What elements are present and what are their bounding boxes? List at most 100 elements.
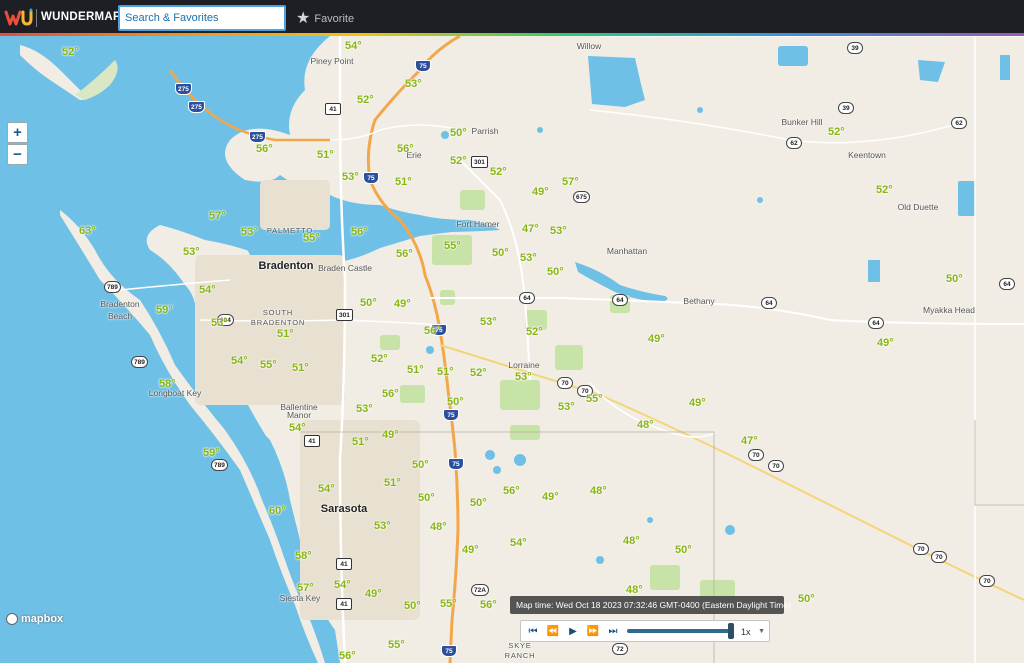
temperature-marker[interactable]: 49°: [542, 491, 559, 503]
temperature-marker[interactable]: 55°: [444, 240, 461, 252]
temperature-marker[interactable]: 56°: [351, 226, 368, 238]
temperature-marker[interactable]: 49°: [877, 337, 894, 349]
temperature-marker[interactable]: 50°: [798, 593, 815, 605]
temperature-marker[interactable]: 55°: [586, 393, 603, 405]
temperature-marker[interactable]: 52°: [62, 46, 79, 58]
temperature-marker[interactable]: 59°: [203, 447, 220, 459]
temperature-marker[interactable]: 52°: [470, 367, 487, 379]
temperature-marker[interactable]: 53°: [480, 316, 497, 328]
mapbox-attribution[interactable]: mapbox: [6, 613, 63, 625]
temperature-marker[interactable]: 53°: [183, 246, 200, 258]
temperature-marker[interactable]: 49°: [394, 298, 411, 310]
temperature-marker[interactable]: 57°: [562, 176, 579, 188]
step-back-button[interactable]: ⏪: [544, 623, 562, 640]
temperature-marker[interactable]: 56°: [480, 599, 497, 611]
temperature-marker[interactable]: 54°: [199, 284, 216, 296]
temperature-marker[interactable]: 50°: [675, 544, 692, 556]
temperature-marker[interactable]: 53°: [550, 225, 567, 237]
temperature-marker[interactable]: 52°: [876, 184, 893, 196]
temperature-marker[interactable]: 53°: [241, 226, 258, 238]
temperature-marker[interactable]: 50°: [547, 266, 564, 278]
temperature-marker[interactable]: 51°: [292, 362, 309, 374]
temperature-marker[interactable]: 56°: [382, 388, 399, 400]
temperature-marker[interactable]: 50°: [360, 297, 377, 309]
temperature-marker[interactable]: 53°: [520, 252, 537, 264]
temperature-marker[interactable]: 55°: [260, 359, 277, 371]
favorite-button[interactable]: ★ Favorite: [296, 10, 354, 28]
temperature-marker[interactable]: 51°: [277, 328, 294, 340]
temperature-marker[interactable]: 48°: [637, 419, 654, 431]
temperature-marker[interactable]: 49°: [689, 397, 706, 409]
temperature-marker[interactable]: 52°: [828, 126, 845, 138]
temperature-marker[interactable]: 56°: [256, 143, 273, 155]
temperature-marker[interactable]: 47°: [522, 223, 539, 235]
temperature-marker[interactable]: 51°: [407, 364, 424, 376]
play-button[interactable]: ▶: [564, 623, 582, 640]
skip-to-start-button[interactable]: ⏮: [524, 623, 542, 640]
temperature-marker[interactable]: 50°: [447, 396, 464, 408]
temperature-marker[interactable]: 50°: [450, 127, 467, 139]
temperature-marker[interactable]: 48°: [626, 584, 643, 596]
temperature-marker[interactable]: 55°: [303, 232, 320, 244]
temperature-marker[interactable]: 50°: [412, 459, 429, 471]
skip-to-end-button[interactable]: ⏭: [604, 623, 622, 640]
temperature-marker[interactable]: 56°: [503, 485, 520, 497]
playback-speed-select[interactable]: 1x ▼: [737, 623, 769, 640]
temperature-marker[interactable]: 59°: [156, 304, 173, 316]
search-input[interactable]: [118, 5, 286, 31]
temperature-marker[interactable]: 56°: [397, 143, 414, 155]
temperature-marker[interactable]: 50°: [418, 492, 435, 504]
temperature-marker[interactable]: 52°: [490, 166, 507, 178]
temperature-marker[interactable]: 53°: [211, 317, 228, 329]
temperature-marker[interactable]: 49°: [365, 588, 382, 600]
temperature-marker[interactable]: 48°: [623, 535, 640, 547]
temperature-marker[interactable]: 51°: [352, 436, 369, 448]
temperature-marker[interactable]: 53°: [558, 401, 575, 413]
step-forward-button[interactable]: ⏩: [584, 623, 602, 640]
temperature-marker[interactable]: 49°: [462, 544, 479, 556]
temperature-marker[interactable]: 55°: [440, 598, 457, 610]
timeline-progress-track[interactable]: [627, 623, 734, 639]
temperature-marker[interactable]: 53°: [405, 78, 422, 90]
temperature-marker[interactable]: 54°: [289, 422, 306, 434]
temperature-marker[interactable]: 58°: [159, 378, 176, 390]
temperature-marker[interactable]: 54°: [345, 40, 362, 52]
temperature-marker[interactable]: 52°: [357, 94, 374, 106]
temperature-marker[interactable]: 54°: [510, 537, 527, 549]
temperature-marker[interactable]: 54°: [334, 579, 351, 591]
temperature-marker[interactable]: 54°: [231, 355, 248, 367]
temperature-marker[interactable]: 51°: [437, 366, 454, 378]
map-canvas[interactable]: 275 275 75 75 75 75 75 75 275 41 301 301 41 41 41 789 78…: [0, 36, 1024, 663]
temperature-marker[interactable]: 49°: [382, 429, 399, 441]
temperature-marker[interactable]: 53°: [515, 371, 532, 383]
timeline-slider-thumb[interactable]: [728, 623, 734, 639]
temperature-marker[interactable]: 50°: [492, 247, 509, 259]
temperature-marker[interactable]: 57°: [297, 582, 314, 594]
temperature-marker[interactable]: 48°: [430, 521, 447, 533]
temperature-marker[interactable]: 53°: [374, 520, 391, 532]
temperature-marker[interactable]: 56°: [339, 650, 356, 662]
brand-name[interactable]: WUNDERMAP: [41, 11, 121, 23]
temperature-marker[interactable]: 55°: [388, 639, 405, 651]
temperature-marker[interactable]: 51°: [384, 477, 401, 489]
zoom-in-button[interactable]: +: [7, 122, 28, 143]
temperature-marker[interactable]: 54°: [318, 483, 335, 495]
temperature-marker[interactable]: 53°: [356, 403, 373, 415]
temperature-marker[interactable]: 49°: [532, 186, 549, 198]
temperature-marker[interactable]: 60°: [269, 505, 286, 517]
temperature-marker[interactable]: 49°: [648, 333, 665, 345]
temperature-marker[interactable]: 47°: [741, 435, 758, 447]
temperature-marker[interactable]: 56°: [396, 248, 413, 260]
temperature-marker[interactable]: 48°: [590, 485, 607, 497]
temperature-marker[interactable]: 51°: [317, 149, 334, 161]
temperature-marker[interactable]: 51°: [395, 176, 412, 188]
temperature-marker[interactable]: 50°: [470, 497, 487, 509]
temperature-marker[interactable]: 52°: [526, 326, 543, 338]
temperature-marker[interactable]: 57°: [209, 210, 226, 222]
temperature-marker[interactable]: 52°: [450, 155, 467, 167]
zoom-out-button[interactable]: −: [7, 144, 28, 165]
temperature-marker[interactable]: 53°: [342, 171, 359, 183]
temperature-marker[interactable]: 63°: [79, 225, 96, 237]
temperature-marker[interactable]: 52°: [371, 353, 388, 365]
temperature-marker[interactable]: 58°: [295, 550, 312, 562]
